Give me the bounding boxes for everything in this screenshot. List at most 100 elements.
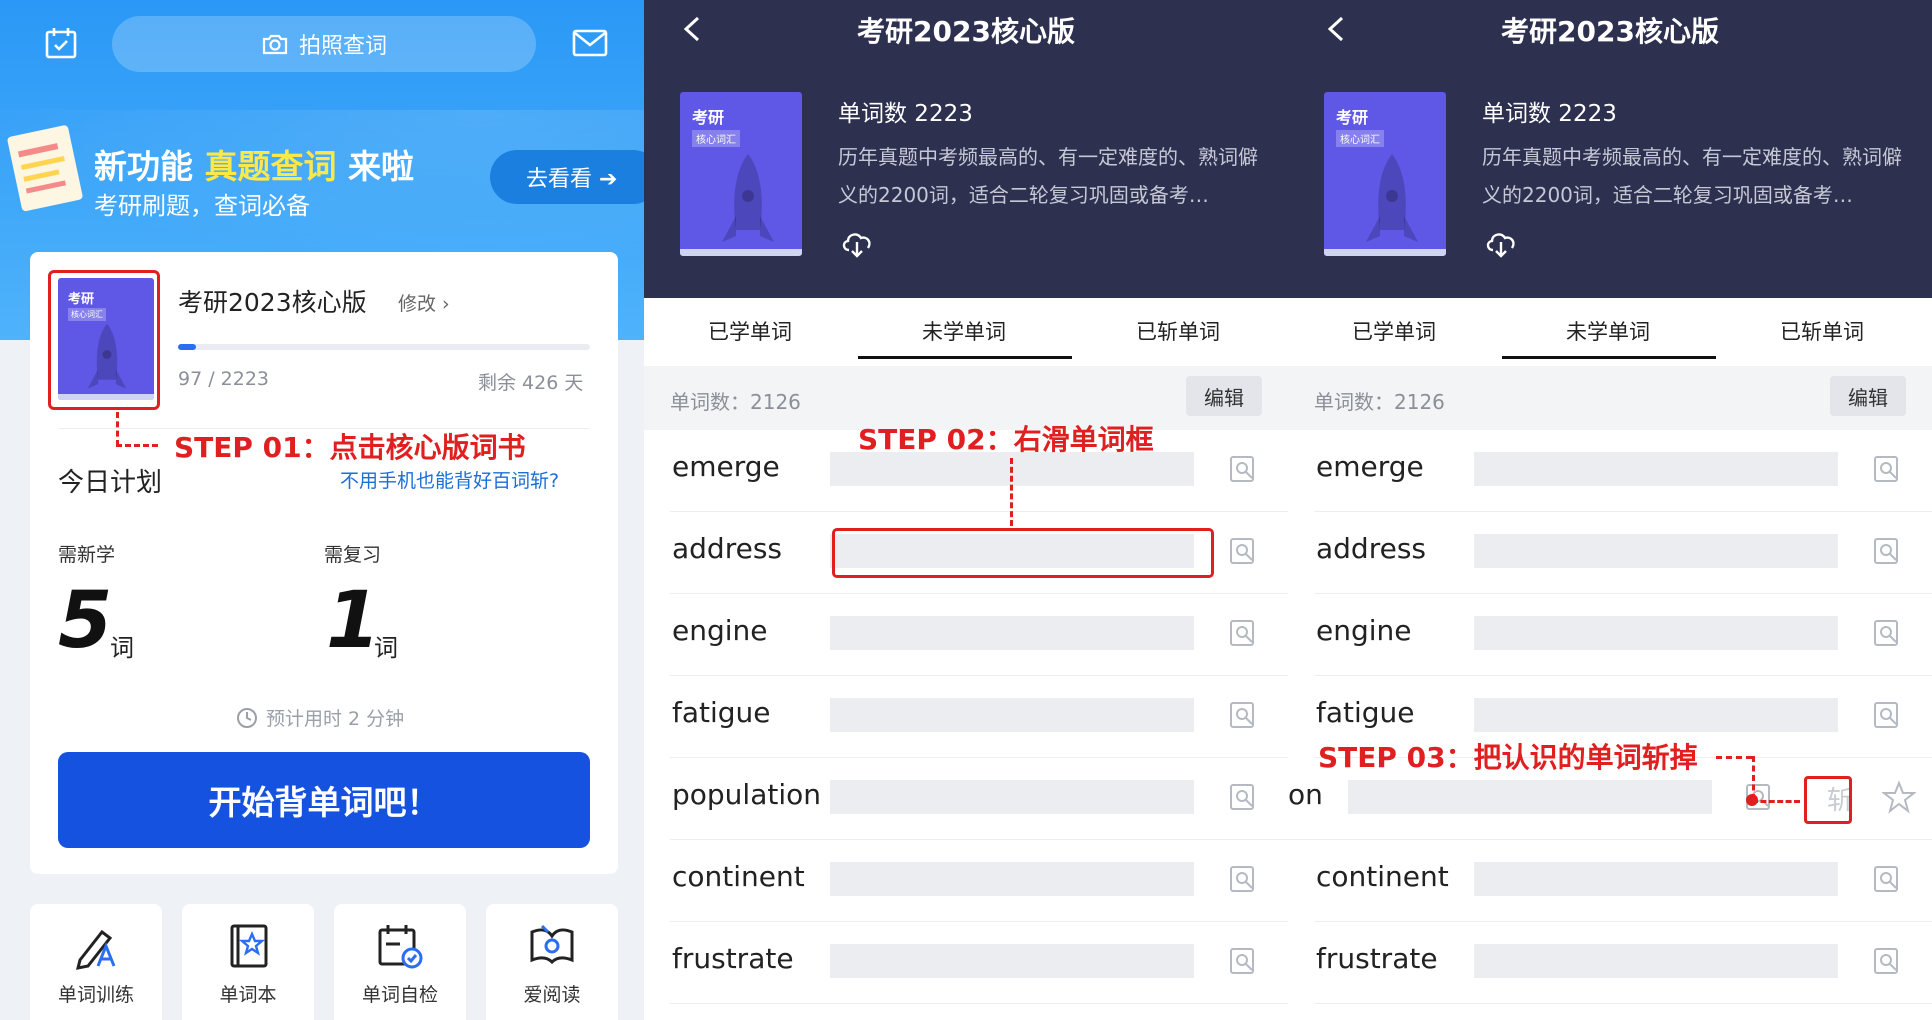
tile-reading[interactable]: 爱阅读 [486, 904, 618, 1020]
lookup-icon[interactable] [1228, 700, 1258, 730]
meaning-mask[interactable] [830, 862, 1194, 896]
meaning-mask[interactable] [1474, 452, 1838, 486]
word-row[interactable]: fatigue [670, 676, 1288, 758]
progress-fill [178, 344, 196, 350]
lookup-icon[interactable] [1872, 536, 1902, 566]
word-text-partial: on [1288, 778, 1323, 811]
days-remaining: 剩余 426 天 [478, 372, 584, 394]
step3-annotation: STEP 03：把认识的单词斩掉 [1318, 741, 1698, 774]
change-book-link[interactable]: 修改 › [398, 289, 450, 316]
wordbook-cover: 考研 核心词汇 [680, 92, 802, 256]
offline-study-link[interactable]: 不用手机也能背好百词斩? [340, 466, 559, 493]
step3-dashed-connector [1716, 756, 1752, 759]
rocket-icon [722, 154, 774, 242]
cloud-download-icon[interactable] [840, 228, 874, 258]
step3-dashed-connector [1752, 800, 1800, 803]
mail-icon[interactable] [572, 28, 608, 58]
lookup-icon[interactable] [1228, 782, 1258, 812]
active-tab-underline [858, 356, 1072, 359]
progress-count: 97 / 2223 [178, 368, 270, 390]
word-row[interactable]: emerge [1314, 430, 1932, 512]
edit-button[interactable]: 编辑 [1830, 376, 1906, 416]
wordbook-title: 考研2023核心版 [178, 288, 367, 317]
word-text: address [672, 532, 783, 565]
lookup-icon[interactable] [1228, 864, 1258, 894]
word-row[interactable]: frustrate [1314, 922, 1932, 1004]
wordbook-panel-step2: 考研2023核心版 考研 核心词汇 单词数 2223 历年真题中考频最高的、有一… [644, 0, 1288, 1020]
word-row[interactable]: frustrate [670, 922, 1288, 1004]
word-row[interactable]: address [1314, 512, 1932, 594]
word-row[interactable]: continent [1314, 840, 1932, 922]
meaning-mask[interactable] [830, 698, 1194, 732]
word-text: frustrate [672, 942, 794, 975]
word-text: emerge [672, 450, 780, 483]
cover-tag: 核心词汇 [692, 130, 740, 147]
meaning-mask[interactable] [1474, 616, 1838, 650]
tab-unlearned[interactable]: 未学单词 [1566, 316, 1650, 346]
meaning-mask[interactable] [830, 944, 1194, 978]
promo-go-button[interactable]: 去看看 ➔ [490, 150, 644, 204]
word-row[interactable]: continent [670, 840, 1288, 922]
lookup-icon[interactable] [1228, 536, 1258, 566]
list-word-count: 单词数：2126 [1314, 390, 1445, 414]
word-count: 单词数 2223 [838, 101, 973, 127]
step2-highlight-box [832, 528, 1214, 578]
wordbook-header: 考研2023核心版 考研 核心词汇 单词数 2223 历年真题中考频最高的、有一… [1288, 0, 1932, 298]
list-word-count: 单词数：2126 [670, 390, 801, 414]
page-title: 考研2023核心版 [857, 15, 1075, 48]
photo-search-button[interactable]: 拍照查词 [112, 16, 536, 72]
meaning-mask[interactable] [1474, 698, 1838, 732]
word-text: population [672, 778, 821, 811]
tile-word-training[interactable]: 单词训练 [30, 904, 162, 1020]
star-icon[interactable] [1882, 780, 1916, 814]
word-text: continent [1316, 860, 1449, 893]
promo-subtitle: 考研刷题，查词必备 [94, 192, 310, 220]
cover-spine [680, 249, 802, 256]
calendar-check-icon[interactable] [44, 26, 78, 60]
meaning-mask[interactable] [830, 616, 1194, 650]
lookup-icon[interactable] [1228, 618, 1258, 648]
edit-button[interactable]: 编辑 [1186, 376, 1262, 416]
word-row[interactable]: population [670, 758, 1288, 840]
meaning-mask[interactable] [1348, 780, 1712, 814]
home-panel: 拍照查词 新功能 真题查词 来啦 考研刷题，查词必备 去看看 ➔ 考研 核心词汇 [0, 0, 644, 1020]
wordbook-header: 考研2023核心版 考研 核心词汇 单词数 2223 历年真题中考频最高的、有一… [644, 0, 1288, 298]
word-text: fatigue [672, 696, 771, 729]
lookup-icon[interactable] [1872, 618, 1902, 648]
word-row[interactable]: engine [670, 594, 1288, 676]
cloud-download-icon[interactable] [1484, 228, 1518, 258]
cover-tag: 核心词汇 [1336, 130, 1384, 147]
start-study-button[interactable]: 开始背单词吧！ [58, 752, 590, 848]
step1-annotation: STEP 01：点击核心版词书 [174, 431, 526, 464]
lookup-icon[interactable] [1872, 946, 1902, 976]
tab-learned[interactable]: 已学单词 [708, 316, 792, 346]
tile-wordbook[interactable]: 单词本 [182, 904, 314, 1020]
tab-chopped[interactable]: 已斩单词 [1136, 316, 1220, 346]
tile-label: 单词训练 [57, 984, 134, 1006]
word-text: continent [672, 860, 805, 893]
lookup-icon[interactable] [1228, 454, 1258, 484]
meaning-mask[interactable] [1474, 862, 1838, 896]
word-tabs: 已学单词 未学单词 已斩单词 [1288, 298, 1932, 366]
lookup-icon[interactable] [1872, 454, 1902, 484]
lookup-icon[interactable] [1872, 864, 1902, 894]
cover-title: 考研 [1336, 108, 1369, 127]
step2-dashed-connector [1010, 458, 1013, 526]
step2-annotation: STEP 02：右滑单词框 [858, 423, 1154, 456]
wordbook-panel-step3: 考研2023核心版 考研 核心词汇 单词数 2223 历年真题中考频最高的、有一… [1288, 0, 1932, 1020]
tile-self-check[interactable]: 单词自检 [334, 904, 466, 1020]
lookup-icon[interactable] [1872, 700, 1902, 730]
calendar-check-icon [378, 925, 423, 969]
progress-bar [178, 344, 590, 350]
meaning-mask[interactable] [830, 780, 1194, 814]
word-row[interactable]: engine [1314, 594, 1932, 676]
meaning-mask[interactable] [1474, 534, 1838, 568]
tab-learned[interactable]: 已学单词 [1352, 316, 1436, 346]
tab-unlearned[interactable]: 未学单词 [922, 316, 1006, 346]
word-text: fatigue [1316, 696, 1415, 729]
lookup-icon[interactable] [1228, 946, 1258, 976]
meaning-mask[interactable] [1474, 944, 1838, 978]
tile-label: 单词自检 [361, 984, 438, 1006]
word-text: engine [672, 614, 768, 647]
tab-chopped[interactable]: 已斩单词 [1780, 316, 1864, 346]
